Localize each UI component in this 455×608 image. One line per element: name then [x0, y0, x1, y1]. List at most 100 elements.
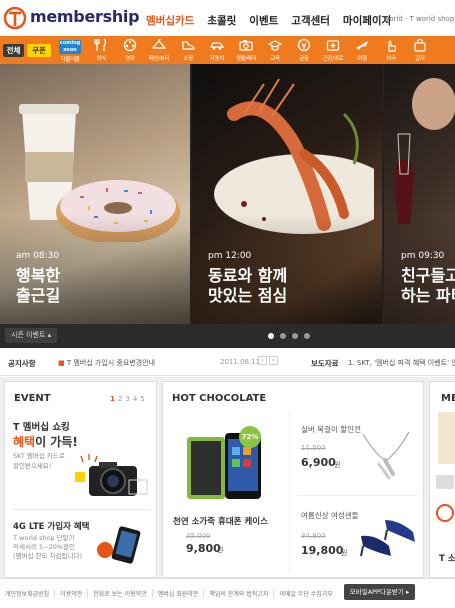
- category-foreign[interactable]: 외국: [378, 38, 404, 62]
- product-price-unit: 원: [217, 546, 224, 554]
- sandals-image: [360, 520, 415, 557]
- nav-customer-center[interactable]: 고객센터: [291, 13, 330, 28]
- necklace-image: [362, 431, 410, 480]
- hot-chocolate-box: HOT CHOCOLATE 72% 천연 소가죽 휴대폰 케이스 35,000 …: [162, 381, 424, 578]
- event1-headline: 혜택이 가득!: [13, 433, 78, 450]
- footer-link-privacy[interactable]: 개인정보취급방침: [0, 589, 56, 598]
- utility-links[interactable]: T world · T world shop · T s: [377, 15, 455, 23]
- horizontal-divider: [297, 495, 417, 496]
- notice-prev-icon[interactable]: ‹: [258, 356, 267, 365]
- item-price-unit: 원: [334, 461, 341, 469]
- category-double-double[interactable]: coming soon 더블더블: [57, 38, 83, 63]
- header: membership 멤버십카드 초콜릿 이벤트 고객센터 마이페이지 T wo…: [0, 0, 455, 36]
- category-movie[interactable]: 영화: [117, 38, 143, 62]
- category-travel[interactable]: 여행: [349, 38, 375, 62]
- hero-panel-lunch[interactable]: pm 12:00 동료와 함께 맛있는 점심: [192, 64, 382, 324]
- footer-link-legal[interactable]: 책임의 한계와 법적고지: [204, 589, 275, 598]
- press-link[interactable]: 1. SKT, '멤버십 파격 혜택 이벤트' 연장: [348, 358, 455, 368]
- medical-cross-icon: [326, 40, 340, 51]
- hero-panel-time: am 08:30: [16, 251, 60, 261]
- t-logo-icon[interactable]: [4, 5, 28, 31]
- category-label: 교육: [270, 56, 280, 62]
- event1-headline-rest: 이 가득!: [35, 435, 78, 449]
- category-shopping[interactable]: 쇼핑: [175, 38, 201, 62]
- notice-date: 2011.08.11: [220, 358, 261, 366]
- category-label: 영화: [125, 56, 135, 62]
- event-page-5[interactable]: 5: [140, 395, 144, 403]
- slider-dot[interactable]: [292, 333, 298, 339]
- event-page-1[interactable]: 1: [110, 395, 115, 403]
- category-fashion-beauty[interactable]: 패션/뷰티: [146, 38, 172, 62]
- category-dining[interactable]: 외식: [88, 38, 114, 62]
- slider-dot[interactable]: [304, 333, 310, 339]
- slider-dot[interactable]: [280, 333, 286, 339]
- footer-link-member-terms[interactable]: 멤버십 회원약관: [153, 589, 205, 598]
- hot-chocolate-title: HOT CHOCOLATE: [172, 393, 267, 404]
- footer-link-terms[interactable]: 이용약관: [55, 589, 89, 598]
- footer-link-email-refusal[interactable]: 이메일 무단 수집거부: [274, 589, 338, 598]
- category-life-leisure[interactable]: 생활/레저: [233, 38, 259, 62]
- event2-desc: T world shop 단말기 익세서리 5~20%할인 (멤버십 한도 차감…: [13, 534, 83, 560]
- product-price: 9,800: [186, 542, 221, 555]
- notice-link[interactable]: ■ T 멤버십 가입시 중요변경안내: [58, 358, 155, 368]
- slider-dot[interactable]: [268, 333, 274, 339]
- category-extra[interactable]: 갑자: [407, 38, 433, 62]
- season-event-button[interactable]: 시즌 이벤트 ▴: [5, 328, 58, 343]
- item-price: 6,900: [301, 456, 336, 469]
- me-box: ME T 소: [429, 381, 455, 578]
- footer-links: 개인정보취급방침 이용약관 한화로 보는 이용약관 멤버십 회원약관 책임의 한…: [0, 589, 338, 598]
- notice-text: T 멤버십 가입시 중요변경안내: [66, 359, 156, 367]
- main-nav: 멤버십카드 초콜릿 이벤트 고객센터 마이페이지: [146, 13, 404, 28]
- category-education[interactable]: 교육: [262, 38, 288, 62]
- press-label: 보도자료: [311, 359, 339, 368]
- nav-event[interactable]: 이벤트: [249, 13, 278, 28]
- notice-pager: ‹ ›: [258, 356, 278, 365]
- item-name: 실버 목걸이 할인전: [301, 425, 361, 434]
- category-label: 건강/의료: [322, 56, 344, 62]
- category-health-medical[interactable]: 건강/의료: [320, 38, 346, 62]
- category-coupon-button[interactable]: 쿠폰: [27, 44, 51, 57]
- card-icon[interactable]: [436, 475, 454, 489]
- hanger-icon: [152, 38, 166, 49]
- discount-badge: 72%: [239, 426, 261, 448]
- event1-desc: SKT 멤버십 카드로 할인받으세요!: [13, 452, 65, 470]
- coming-soon-badge: coming soon: [59, 40, 81, 54]
- film-reel-icon: [123, 38, 137, 52]
- fork-knife-icon: [94, 38, 107, 51]
- hero-panel-title: 동료와 함께 맛있는 점심: [208, 266, 288, 305]
- nav-membership-card[interactable]: 멤버십카드: [146, 13, 194, 28]
- event-page-2[interactable]: 2: [118, 395, 122, 403]
- notice-label: 공지사항: [8, 359, 36, 368]
- category-label: 여행: [357, 56, 367, 62]
- me-banner-image[interactable]: [438, 412, 455, 464]
- category-finance[interactable]: 금융: [291, 38, 317, 62]
- event-box: EVENT 1 2 3 4 5 T 멤버십 쇼킹 혜택이 가득! SKT 멤버십…: [4, 381, 157, 578]
- hero-slider[interactable]: am 08:30 행복한 출근길 pm 12:00 동료와 함께 맛있는 점심 …: [0, 64, 455, 324]
- footer: 개인정보취급방침 이용약관 한화로 보는 이용약관 멤버십 회원약관 책임의 한…: [0, 578, 455, 608]
- notice-next-icon[interactable]: ›: [269, 356, 278, 365]
- car-icon: [210, 42, 224, 50]
- category-bar: 전체 쿠폰 coming soon 더블더블 외식 영화 패션/뷰티 쇼핑 자동…: [0, 36, 455, 64]
- event-pager: 1 2 3 4 5: [110, 395, 145, 403]
- event-page-4[interactable]: 4: [133, 395, 137, 403]
- nav-chocolate[interactable]: 초콜릿: [207, 13, 236, 28]
- notice-bullet-icon: ■: [58, 359, 65, 367]
- category-label: 자동차: [209, 56, 225, 62]
- hero-panel-morning[interactable]: am 08:30 행복한 출근길: [0, 64, 190, 324]
- me-bottom-text: T 소: [439, 554, 455, 564]
- category-label: 외국: [386, 56, 396, 62]
- footer-link-terms-easy[interactable]: 한화로 보는 이용약관: [88, 589, 153, 598]
- refresh-icon[interactable]: [436, 504, 454, 522]
- hero-panel-time: pm 09:30: [401, 251, 445, 261]
- content-area: EVENT 1 2 3 4 5 T 멤버십 쇼킹 혜택이 가득! SKT 멤버십…: [0, 377, 455, 578]
- category-label: 쇼핑: [183, 56, 193, 62]
- category-all-button[interactable]: 전체: [3, 44, 24, 57]
- hero-panel-time: pm 12:00: [208, 251, 252, 261]
- camera-image: [75, 454, 148, 496]
- hero-panel-title: 행복한 출근길: [16, 266, 61, 305]
- category-car[interactable]: 자동차: [204, 38, 230, 62]
- event-page-3[interactable]: 3: [125, 395, 129, 403]
- hero-panel-party[interactable]: pm 09:30 친구들고 하는 파티: [384, 64, 455, 324]
- mobile-app-download-button[interactable]: 모바일APP다운받기 ▸: [344, 584, 415, 600]
- logo-text[interactable]: membership: [30, 7, 140, 26]
